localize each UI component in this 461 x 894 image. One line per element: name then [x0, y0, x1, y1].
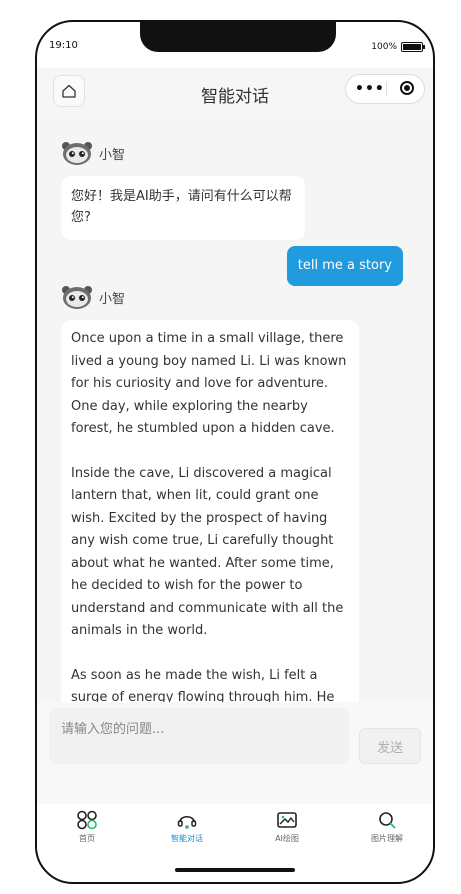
send-button[interactable]: 发送: [359, 728, 421, 764]
tab-bar: 首页 智能对话 AI绘图 图片理解: [37, 804, 433, 850]
tab-chat[interactable]: 智能对话: [147, 810, 227, 844]
camera-notch: [140, 22, 336, 52]
bot-header: 小智: [61, 284, 125, 310]
status-time: 19:10: [49, 40, 78, 51]
chat-headset-icon: [177, 815, 197, 829]
image-icon: [277, 812, 297, 828]
bot-name: 小智: [99, 291, 126, 307]
battery-icon: [401, 42, 425, 52]
more-dots-icon[interactable]: •••: [355, 81, 385, 97]
bot-name: 小智: [99, 147, 126, 163]
tab-label: 首页: [79, 834, 95, 843]
capsule-divider: [386, 82, 387, 96]
battery-percent: 100%: [371, 42, 397, 52]
nav-bar: 智能对话 •••: [37, 68, 433, 114]
story-paragraph: Inside the cave, Li discovered a magical…: [71, 465, 344, 639]
tab-label: 图片理解: [371, 834, 403, 843]
record-target-icon[interactable]: [400, 81, 414, 95]
input-area: 发送: [37, 702, 433, 804]
chat-area[interactable]: 小智 您好！我是AI助手，请问有什么可以帮您? tell me a story …: [37, 114, 433, 702]
tab-ai-draw[interactable]: AI绘图: [247, 810, 327, 844]
robot-avatar-icon: [62, 142, 92, 165]
bot-story-bubble: Once upon a time in a small village, the…: [61, 320, 359, 702]
story-paragraph: Once upon a time in a small village, the…: [71, 331, 347, 436]
phone-frame: 19:10 100% 智能对话 ••• 小智 您好！我是AI助手，请问有什么可以…: [35, 20, 435, 884]
grid-icon: [77, 810, 97, 830]
question-input[interactable]: [49, 708, 349, 764]
tab-label: 智能对话: [171, 834, 203, 843]
robot-avatar-icon: [62, 286, 92, 309]
tab-label: AI绘图: [275, 834, 299, 843]
story-paragraph: As soon as he made the wish, Li felt a s…: [71, 667, 335, 703]
tab-image-understanding[interactable]: 图片理解: [347, 810, 427, 844]
user-message-bubble: tell me a story: [286, 246, 403, 286]
search-icon: [379, 812, 396, 829]
mini-program-capsule: •••: [345, 74, 425, 104]
tab-home[interactable]: 首页: [47, 810, 127, 844]
home-indicator: [175, 868, 295, 872]
bot-header: 小智: [61, 140, 125, 166]
bot-greeting-bubble: 您好！我是AI助手，请问有什么可以帮您?: [61, 176, 305, 240]
